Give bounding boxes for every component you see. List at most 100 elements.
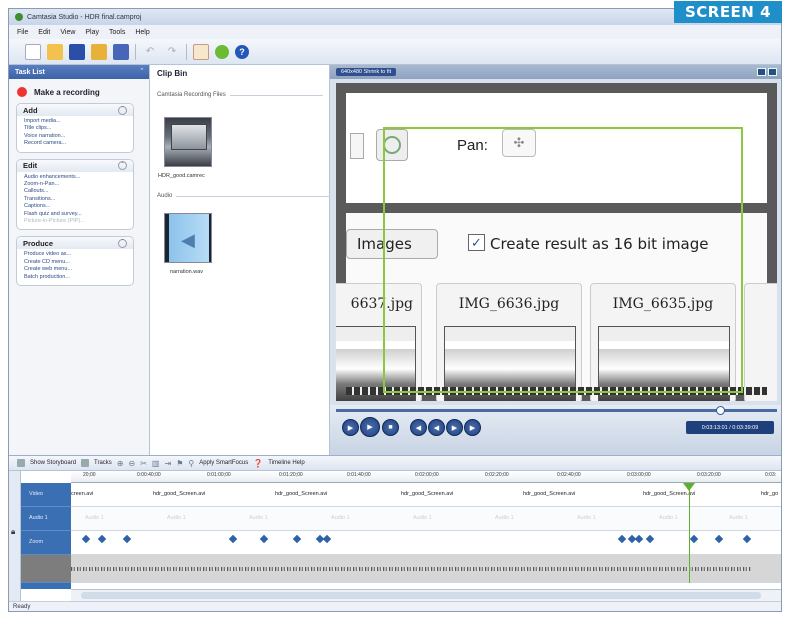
record-options-icon[interactable] [215,44,229,59]
menu-help[interactable]: Help [135,29,149,36]
task-transitions[interactable]: Transitions... [24,196,127,203]
make-recording-link[interactable]: Make a recording [17,87,149,97]
task-voice-narration[interactable]: Voice narration... [24,133,127,140]
video-clip[interactable]: hdr_good_Screen.avi [401,491,453,497]
zoom-keyframe-marker[interactable] [617,534,627,544]
zoom-keyframe-marker[interactable] [742,534,752,544]
audio-clip[interactable]: Audio 1 [495,515,514,521]
video-clip[interactable]: creen.avi [71,491,93,497]
apply-smartfocus-button[interactable]: Apply SmartFocus [199,460,248,466]
zoom-out-icon[interactable]: ⊖ [129,459,136,468]
collapse-chevron-icon[interactable]: ˆ [118,105,127,115]
presentation-icon[interactable] [193,43,209,60]
progress-knob[interactable] [715,406,725,415]
task-flash-quiz[interactable]: Flash quiz and survey... [24,211,127,218]
zoom-keyframe-marker[interactable] [228,534,238,544]
zoom-track[interactable] [71,531,781,555]
zoom-in-icon[interactable]: ⊕ [117,459,124,468]
timeline-scrollbar[interactable] [71,589,781,601]
help-icon[interactable]: ? [235,44,249,59]
preview-canvas[interactable]: Pan: ✣ Images ✓ Create result as 16 bit … [336,83,777,401]
zoom-keyframe-marker[interactable] [645,534,655,544]
video-clip[interactable]: hdr_good_Screen.avi [275,491,327,497]
scrollbar-thumb[interactable] [81,592,761,599]
open-folder-icon[interactable] [47,43,63,60]
zoom-keyframe-marker[interactable] [322,534,332,544]
zoom-keyframe-marker[interactable] [634,534,644,544]
task-title-clips[interactable]: Title clips... [24,125,127,132]
track-label-audio2[interactable] [21,555,71,583]
audio-clip[interactable]: Audio 1 [331,515,350,521]
marker-icon[interactable]: ⚑ [176,459,183,468]
menu-edit[interactable]: Edit [38,29,50,36]
zoom-pan-rectangle[interactable] [383,127,743,393]
cut-icon[interactable]: ✂ [140,459,147,468]
zoom-keyframe-marker[interactable] [259,534,269,544]
audio2-track[interactable] [71,555,781,583]
menu-view[interactable]: View [60,29,75,36]
zoom-keyframe-marker[interactable] [122,534,132,544]
timeline-help-button[interactable]: Timeline Help [268,460,304,466]
split-icon[interactable]: ▥ [152,459,160,468]
menu-tools[interactable]: Tools [109,29,125,36]
video-clip[interactable]: hdr_good_Screen.avi [153,491,205,497]
tracks-button[interactable]: Tracks [94,460,112,466]
audio-clip[interactable]: Audio 1 [659,515,678,521]
task-captions[interactable]: Captions... [24,203,127,210]
recording-thumbnail[interactable] [164,117,212,167]
task-import-media[interactable]: Import media... [24,118,127,125]
stop-icon[interactable]: ■ [382,419,399,436]
track-label-zoom[interactable]: Zoom [21,531,71,555]
track-label-audio1[interactable]: Audio 1 [21,507,71,531]
collapse-chevron-icon[interactable]: ˆ [118,238,127,248]
play-main-icon[interactable]: ▶ [360,417,380,437]
audio-clip[interactable]: Audio 1 [249,515,268,521]
menu-file[interactable]: File [17,29,28,36]
track-label-video[interactable]: Video [21,483,71,507]
lock-icon[interactable]: 🔒︎ [11,527,15,537]
undo-icon[interactable]: ↶ [142,44,158,60]
zoom-keyframe-marker[interactable] [689,534,699,544]
task-audio-enhancements[interactable]: Audio enhancements... [24,174,127,181]
zoom-keyframe-marker[interactable] [81,534,91,544]
video-clip[interactable]: hdr_good_Screen.avi [523,491,575,497]
audio-clip[interactable]: Audio 1 [577,515,596,521]
zoom-keyframe-marker[interactable] [97,534,107,544]
fast-forward-end-icon[interactable]: ▶ [464,419,481,436]
show-storyboard-button[interactable]: Show Storyboard [30,460,76,466]
step-back-icon[interactable]: ◀ [428,419,445,436]
collapse-icon[interactable]: ˆ [141,69,143,76]
play-icon[interactable]: ▶ [342,419,359,436]
task-produce-video[interactable]: Produce video as... [24,251,127,258]
import-folder-icon[interactable] [91,43,107,60]
rewind-start-icon[interactable]: ◀ [410,419,427,436]
extend-frame-icon[interactable]: ⇥ [164,459,171,468]
step-forward-icon[interactable]: ▶ [446,419,463,436]
timeline-ruler[interactable]: 20;00 0:00:40;00 0:01:00;00 0:01:20;00 0… [71,471,781,483]
redo-icon[interactable]: ↷ [164,44,180,60]
zoom-keyframe-marker[interactable] [714,534,724,544]
collapse-chevron-icon[interactable]: ˆ [118,161,127,171]
playhead-marker[interactable] [683,483,695,491]
task-callouts[interactable]: Callouts... [24,188,127,195]
zoom-keyframe-marker[interactable] [292,534,302,544]
task-record-camera[interactable]: Record camera... [24,140,127,147]
save-all-icon[interactable] [113,43,129,60]
menu-play[interactable]: Play [85,29,99,36]
video-clip[interactable]: hdr_go [761,491,778,497]
new-file-icon[interactable] [25,43,41,60]
save-icon[interactable] [69,43,85,60]
task-create-cd-menu[interactable]: Create CD menu... [24,259,127,266]
playback-progress-bar[interactable] [336,406,777,415]
preview-detach-icon[interactable] [757,68,766,76]
audio-thumbnail[interactable]: ◀ [164,213,212,263]
preview-size-select[interactable]: 640x480 Shrink to fit [336,68,397,76]
audio-clip[interactable]: Audio 1 [413,515,432,521]
task-create-web-menu[interactable]: Create web menu... [24,266,127,273]
video-clip[interactable]: hdr_good_Screen.avi [643,491,695,497]
audio-clip[interactable]: Audio 1 [729,515,748,521]
task-zoom-n-pan[interactable]: Zoom-n-Pan... [24,181,127,188]
audio-clip[interactable]: Audio 1 [167,515,186,521]
preview-fullscreen-icon[interactable] [768,68,777,76]
task-batch-production[interactable]: Batch production... [24,274,127,281]
